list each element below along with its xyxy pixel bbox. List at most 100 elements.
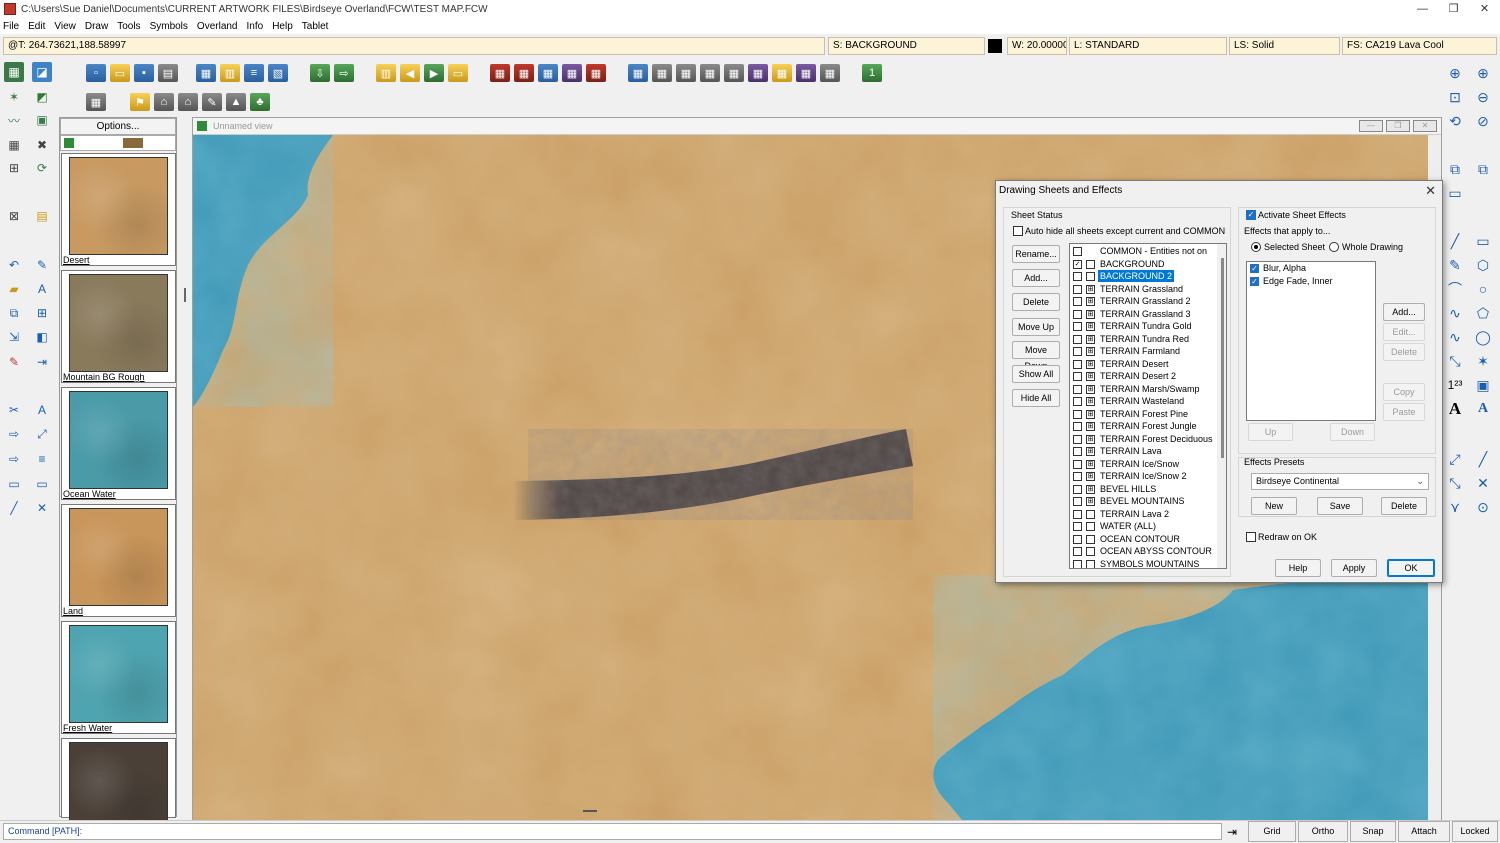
- snap-toggle-button[interactable]: Snap: [1350, 821, 1396, 842]
- circle-icon[interactable]: ○: [1472, 278, 1494, 300]
- sheet-row[interactable]: BACKGROUND 2: [1070, 270, 1218, 283]
- angle-icon[interactable]: ⋎: [1444, 496, 1466, 518]
- effect-row[interactable]: ✓ Blur, Alpha: [1247, 263, 1375, 275]
- delete-preset-button[interactable]: Delete: [1381, 497, 1427, 515]
- sheet-toggle-8-icon[interactable]: ▦: [676, 64, 696, 82]
- world-map-icon[interactable]: ◪: [32, 62, 52, 82]
- sheet-effects-toggle[interactable]: ⊞: [1086, 297, 1095, 306]
- zoom-window-icon[interactable]: ⊕: [1444, 62, 1466, 84]
- sheet-toggle-13-icon[interactable]: ▦: [796, 64, 816, 82]
- delete-sheet-button[interactable]: Delete: [1012, 293, 1060, 311]
- dialog-close-button[interactable]: ✕: [1425, 183, 1436, 199]
- cross-icon[interactable]: ✕: [1472, 472, 1494, 494]
- menu-info[interactable]: Info: [247, 21, 264, 32]
- window-select-icon[interactable]: ▭: [4, 474, 24, 494]
- command-arrow-icon[interactable]: ⇥: [1227, 825, 1245, 839]
- house-icon[interactable]: ⌂: [178, 93, 198, 111]
- export-icon[interactable]: ⇨: [334, 64, 354, 82]
- sheet-visible-checkbox[interactable]: [1073, 284, 1082, 294]
- paste-effect-button[interactable]: Paste: [1383, 403, 1425, 421]
- help-button[interactable]: Help: [1275, 559, 1321, 577]
- view-minimize-button[interactable]: —: [1359, 120, 1383, 132]
- sheet-effects-toggle[interactable]: [1086, 534, 1095, 544]
- overland-map-icon[interactable]: ▦: [4, 62, 24, 82]
- sheet-row[interactable]: ⊞ TERRAIN Grassland 2: [1070, 295, 1218, 308]
- star-icon[interactable]: ✶: [1472, 350, 1494, 372]
- options-button[interactable]: Options...: [60, 118, 176, 135]
- pane-splitter[interactable]: [583, 810, 597, 812]
- symbol-card[interactable]: Land: [61, 504, 176, 617]
- text-icon[interactable]: A: [32, 400, 52, 420]
- extend-icon[interactable]: ⇨: [4, 424, 24, 444]
- connect-icon[interactable]: ⤢: [1444, 448, 1466, 470]
- sheet-effects-toggle[interactable]: ⊞: [1086, 484, 1095, 494]
- path-icon[interactable]: ⤡: [1444, 350, 1466, 372]
- menu-overland[interactable]: Overland: [197, 21, 238, 32]
- group-icon[interactable]: ⧉: [1472, 158, 1494, 180]
- layer-field[interactable]: L: STANDARD: [1069, 37, 1227, 55]
- zoom-previous-icon[interactable]: ⊘: [1472, 110, 1494, 132]
- duplicate-icon[interactable]: ▭: [1444, 182, 1466, 204]
- symbol-card[interactable]: Mountain BG Rough: [61, 270, 176, 383]
- symbol-folder-icon[interactable]: [123, 138, 143, 148]
- sheet-effects-toggle[interactable]: ⊞: [1086, 334, 1095, 344]
- sheet-effects-toggle[interactable]: ⊞: [1086, 397, 1095, 406]
- undo-icon[interactable]: ↶: [4, 255, 24, 275]
- sheet-row[interactable]: OCEAN ABYSS CONTOUR: [1070, 545, 1218, 558]
- effect-checkbox[interactable]: ✓: [1250, 276, 1259, 286]
- sheet-toggle-1-icon[interactable]: ▦: [490, 64, 510, 82]
- sheet-row[interactable]: ⊞ TERRAIN Ice/Snow: [1070, 458, 1218, 471]
- menu-tools[interactable]: Tools: [117, 21, 140, 32]
- sheet-effects-toggle[interactable]: ⊞: [1086, 409, 1095, 419]
- grid-toggle-button[interactable]: Grid: [1248, 821, 1296, 842]
- sheet-row[interactable]: ⊞ TERRAIN Desert: [1070, 358, 1218, 371]
- sheet-visible-checkbox[interactable]: [1073, 497, 1082, 506]
- ok-button[interactable]: OK: [1387, 559, 1435, 577]
- menu-view[interactable]: View: [54, 21, 76, 32]
- selected-sheet-radio[interactable]: [1251, 242, 1261, 252]
- mountain-icon[interactable]: ▲: [226, 93, 246, 111]
- sheet-visible-checkbox[interactable]: [1073, 434, 1082, 444]
- sheet-row[interactable]: WATER (ALL): [1070, 520, 1218, 533]
- tools-icon[interactable]: ✖: [32, 135, 52, 155]
- refresh-icon[interactable]: ⟳: [32, 158, 52, 178]
- view-close-button[interactable]: ✕: [1413, 120, 1437, 132]
- rectangle-icon[interactable]: ▭: [1472, 230, 1494, 252]
- sheet-effects-toggle[interactable]: ⊞: [1086, 434, 1095, 444]
- sheet-effects-toggle[interactable]: ⊞: [1086, 447, 1095, 456]
- edit-sheet-icon[interactable]: ▧: [268, 64, 288, 82]
- zoom-out-icon[interactable]: ⊖: [1472, 86, 1494, 108]
- minimize-button[interactable]: —: [1407, 0, 1438, 18]
- move-down-button[interactable]: Move Down: [1012, 341, 1060, 371]
- sheet-list[interactable]: COMMON - Entities not on ✓ BACKGROUND BACKG…: [1069, 243, 1227, 569]
- trim-icon[interactable]: ✂: [4, 400, 24, 420]
- menu-file[interactable]: File: [3, 21, 19, 32]
- panel-splitter[interactable]: [184, 288, 186, 302]
- town-icon[interactable]: ⌂: [154, 93, 174, 111]
- center-icon[interactable]: ⊙: [1472, 496, 1494, 518]
- align-icon[interactable]: ≡: [32, 449, 52, 469]
- sheet-visible-checkbox[interactable]: [1073, 397, 1082, 406]
- break-icon[interactable]: ⇨: [4, 449, 24, 469]
- sheet-effects-toggle[interactable]: ⊞: [1086, 422, 1095, 431]
- sheet-visible-checkbox[interactable]: [1073, 534, 1082, 544]
- sheet-visible-checkbox[interactable]: [1073, 447, 1082, 456]
- sheet-row[interactable]: ✓ BACKGROUND: [1070, 258, 1218, 271]
- line-icon[interactable]: ╱: [1444, 230, 1466, 252]
- sheet-effects-toggle[interactable]: ⊞: [1086, 472, 1095, 481]
- edit-effect-button[interactable]: Edit...: [1383, 323, 1425, 341]
- text-edit-icon[interactable]: A: [32, 279, 52, 299]
- sheet-effects-toggle[interactable]: ⊞: [1086, 497, 1095, 506]
- snap-line-icon[interactable]: ╱: [1472, 448, 1494, 470]
- pen-icon[interactable]: ✎: [32, 255, 52, 275]
- paint-icon[interactable]: ✎: [4, 352, 24, 372]
- sheet-row[interactable]: ⊞ TERRAIN Lava: [1070, 445, 1218, 458]
- sheet-effects-toggle[interactable]: ⊞: [1086, 459, 1095, 469]
- line-tool-icon[interactable]: ╱: [4, 498, 24, 518]
- sheet-effects-toggle[interactable]: ⊞: [1086, 384, 1095, 394]
- menu-edit[interactable]: Edit: [28, 21, 45, 32]
- current-sheet-field[interactable]: S: BACKGROUND: [828, 37, 985, 55]
- grid-icon[interactable]: ▦: [4, 135, 24, 155]
- smart-map-icon[interactable]: ✶: [4, 87, 24, 107]
- menu-help[interactable]: Help: [272, 21, 293, 32]
